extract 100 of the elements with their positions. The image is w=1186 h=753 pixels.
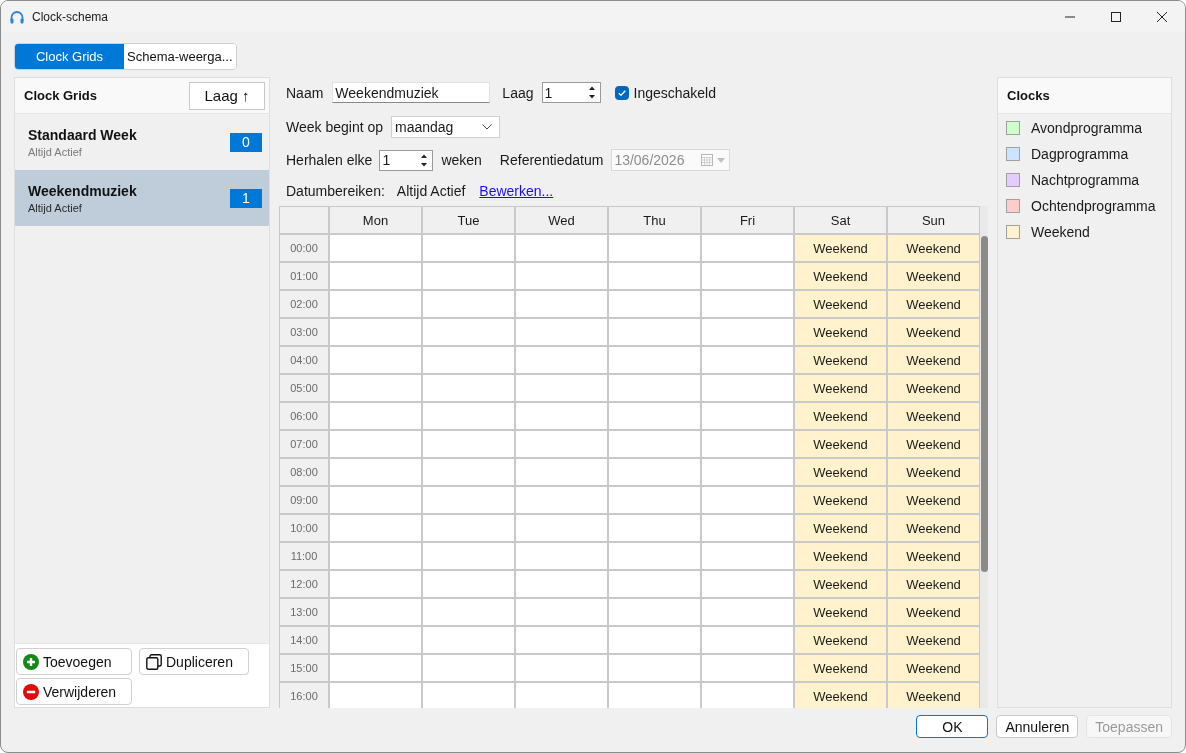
grid-cell[interactable]	[701, 430, 794, 458]
grid-cell[interactable]	[329, 570, 422, 598]
grid-cell[interactable]	[422, 654, 515, 682]
schedule-cell[interactable]: Weekend	[887, 458, 980, 486]
scrollbar[interactable]	[980, 206, 988, 708]
name-field[interactable]: Weekendmuziek	[332, 82, 491, 103]
grid-cell[interactable]	[329, 598, 422, 626]
grid-cell[interactable]	[329, 654, 422, 682]
list-item[interactable]: Standaard Week Altijd Actief 0	[15, 114, 269, 170]
grid-cell[interactable]	[701, 290, 794, 318]
grid-cell[interactable]	[608, 234, 701, 262]
grid-cell[interactable]	[608, 262, 701, 290]
grid-cell[interactable]	[329, 430, 422, 458]
schedule-cell[interactable]: Weekend	[887, 262, 980, 290]
grid-cell[interactable]	[608, 374, 701, 402]
schedule-cell[interactable]: Weekend	[887, 626, 980, 654]
grid-cell[interactable]	[608, 290, 701, 318]
grid-cell[interactable]	[422, 570, 515, 598]
grid-cell[interactable]	[701, 570, 794, 598]
grid-cell[interactable]	[422, 486, 515, 514]
grid-cell[interactable]	[422, 514, 515, 542]
grid-cell[interactable]	[422, 626, 515, 654]
grid-cell[interactable]	[608, 346, 701, 374]
grid-cell[interactable]	[515, 626, 608, 654]
schedule-cell[interactable]: Weekend	[794, 262, 887, 290]
schedule-cell[interactable]: Weekend	[887, 682, 980, 708]
dropdown[interactable]: maandag	[391, 116, 501, 138]
schedule-cell[interactable]: Weekend	[794, 234, 887, 262]
sort-button[interactable]: Laag ↑	[189, 81, 265, 110]
grid-cell[interactable]	[329, 626, 422, 654]
grid-cell[interactable]	[701, 402, 794, 430]
grid-cell[interactable]	[422, 346, 515, 374]
grid-cell[interactable]	[608, 486, 701, 514]
schedule-cell[interactable]: Weekend	[887, 318, 980, 346]
grid-cell[interactable]	[608, 402, 701, 430]
grid-cell[interactable]	[701, 262, 794, 290]
maximize-icon[interactable]	[1111, 11, 1121, 22]
grid-cell[interactable]	[515, 234, 608, 262]
schedule-cell[interactable]: Weekend	[794, 346, 887, 374]
grid-cell[interactable]	[701, 514, 794, 542]
grid-cell[interactable]	[422, 262, 515, 290]
grid-cell[interactable]	[701, 598, 794, 626]
tab[interactable]: Clock Grids	[15, 44, 124, 69]
grid-cell[interactable]	[329, 402, 422, 430]
grid-cell[interactable]	[329, 234, 422, 262]
schedule-cell[interactable]: Weekend	[794, 598, 887, 626]
grid-cell[interactable]	[515, 262, 608, 290]
schedule-cell[interactable]: Weekend	[794, 402, 887, 430]
grid-cell[interactable]	[515, 374, 608, 402]
add-button[interactable]: Toevoegen	[16, 648, 132, 675]
schedule-cell[interactable]: Weekend	[887, 290, 980, 318]
schedule-cell[interactable]: Weekend	[887, 402, 980, 430]
grid-cell[interactable]	[329, 542, 422, 570]
grid-cell[interactable]	[422, 402, 515, 430]
grid-cell[interactable]	[329, 318, 422, 346]
schedule-cell[interactable]: Weekend	[887, 514, 980, 542]
list-item[interactable]: Weekendmuziek Altijd Actief 1	[15, 170, 269, 226]
schedule-cell[interactable]: Weekend	[794, 682, 887, 708]
schedule-cell[interactable]: Weekend	[794, 654, 887, 682]
grid-cell[interactable]	[701, 234, 794, 262]
grid-cell[interactable]	[608, 626, 701, 654]
grid-cell[interactable]	[608, 430, 701, 458]
schedule-cell[interactable]: Weekend	[794, 430, 887, 458]
grid-cell[interactable]	[422, 430, 515, 458]
grid-cell[interactable]	[329, 458, 422, 486]
grid-cell[interactable]	[422, 374, 515, 402]
schedule-cell[interactable]: Weekend	[887, 486, 980, 514]
close-icon[interactable]	[1157, 11, 1167, 22]
grid-cell[interactable]	[608, 514, 701, 542]
grid-cell[interactable]	[701, 318, 794, 346]
grid-cell[interactable]	[515, 430, 608, 458]
grid-cell[interactable]	[422, 682, 515, 708]
grid-cell[interactable]	[422, 458, 515, 486]
schedule-cell[interactable]: Weekend	[794, 486, 887, 514]
schedule-cell[interactable]: Weekend	[794, 570, 887, 598]
schedule-cell[interactable]: Weekend	[794, 514, 887, 542]
grid-cell[interactable]	[701, 626, 794, 654]
grid-cell[interactable]	[515, 654, 608, 682]
schedule-cell[interactable]: Weekend	[887, 598, 980, 626]
grid-cell[interactable]	[608, 458, 701, 486]
grid-cell[interactable]	[329, 262, 422, 290]
grid-cell[interactable]	[329, 346, 422, 374]
schedule-cell[interactable]: Weekend	[887, 570, 980, 598]
checkbox[interactable]	[614, 85, 629, 100]
grid-cell[interactable]	[701, 682, 794, 708]
grid-cell[interactable]	[422, 542, 515, 570]
schedule-cell[interactable]: Weekend	[794, 318, 887, 346]
tab[interactable]: Schema-weerga...	[124, 44, 236, 69]
grid-cell[interactable]	[329, 290, 422, 318]
duplicate-button[interactable]: Dupliceren	[139, 648, 249, 675]
schedule-cell[interactable]: Weekend	[887, 234, 980, 262]
grid-cell[interactable]	[515, 402, 608, 430]
number-field[interactable]: 1	[541, 82, 601, 103]
grid-cell[interactable]	[515, 458, 608, 486]
schedule-cell[interactable]: Weekend	[794, 542, 887, 570]
grid-cell[interactable]	[608, 318, 701, 346]
grid-cell[interactable]	[515, 598, 608, 626]
grid-cell[interactable]	[329, 486, 422, 514]
grid-cell[interactable]	[422, 598, 515, 626]
grid-cell[interactable]	[422, 318, 515, 346]
